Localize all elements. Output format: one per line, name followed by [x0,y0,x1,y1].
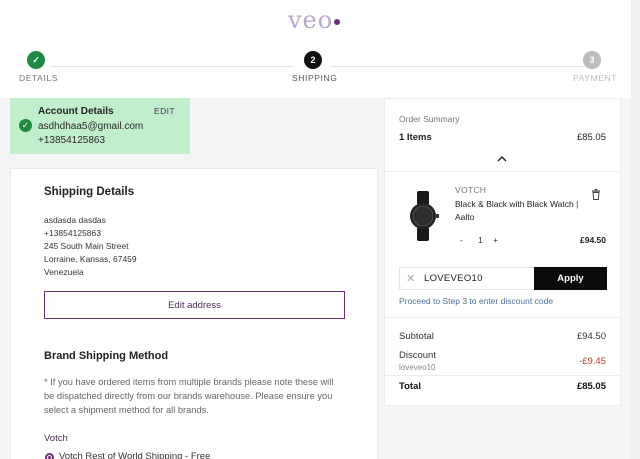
checkout-header: veo ✓ DETAILS 2 SHIPPING 3 PAYMENT [0,0,640,98]
items-total: £85.05 [576,132,606,143]
account-details-title: Account Details [38,106,114,117]
chevron-up-icon[interactable] [496,155,508,163]
quantity-decrease-button[interactable]: - [460,235,463,245]
trash-icon[interactable] [591,189,601,200]
step-connector [330,66,584,67]
product-watch-image [410,191,439,241]
quantity-value: 1 [478,235,483,245]
shipping-option-radio[interactable] [45,453,54,459]
quantity-increase-button[interactable]: + [493,235,498,245]
step-1-check-icon[interactable]: ✓ [27,51,45,69]
step-connector [50,66,294,67]
discount-hint: Proceed to Step 3 to enter discount code [399,296,554,306]
discount-code-applied: loveveo10 [399,363,436,372]
logo-dot [334,18,341,25]
product-price: £94.50 [580,235,606,245]
address-name: asdasda dasdas [44,215,106,225]
discount-code-value[interactable]: LOVEVEO10 [424,273,483,284]
check-circle-icon: ✓ [19,119,32,132]
address-phone: +13854125863 [44,228,101,238]
account-email: asdhdhaa5@gmail.com [38,121,144,132]
apply-discount-button[interactable]: Apply [534,267,607,290]
shipping-method-title: Brand Shipping Method [44,350,169,362]
divider [385,317,620,318]
divider [385,375,620,376]
account-phone: +13854125863 [38,135,106,146]
shipping-details-card: Shipping Details asdasda dasdas +1385412… [10,168,378,459]
veo-logo[interactable]: veo [288,6,341,34]
step-2-circle: 2 [304,51,322,69]
address-street: 245 South Main Street [44,241,129,251]
address-city: Lorraine, Kansas, 67459 [44,254,137,264]
subtotal-value: £94.50 [576,331,606,342]
account-details-card: ✓ Account Details EDIT asdhdhaa5@gmail.c… [10,98,190,154]
shipping-option-label[interactable]: Votch Rest of World Shipping - Free [59,451,210,459]
edit-account-link[interactable]: EDIT [154,106,175,116]
total-label: Total [399,381,421,392]
discount-code-input[interactable]: ✕ LOVEVEO10 [399,267,535,290]
total-value: £85.05 [576,381,606,392]
shipping-details-title: Shipping Details [44,186,135,198]
scrollbar[interactable] [631,0,640,459]
items-count: 1 Items [399,132,432,143]
step-3-circle: 3 [583,51,601,69]
step-2-label: SHIPPING [292,73,338,83]
step-1-label: DETAILS [19,73,58,83]
address-country: Venezuela [44,267,84,277]
product-name: Black & Black with Black Watch | Aalto [455,199,579,222]
divider [385,171,620,172]
discount-label: Discount [399,350,436,361]
shipping-method-note: * If you have ordered items from multipl… [44,377,334,415]
edit-address-button[interactable]: Edit address [44,291,345,319]
order-summary-title: Order Summary [399,114,460,124]
shipping-brand-name: Votch [44,433,68,444]
order-summary-card: Order Summary 1 Items £85.05 VOTCH Black… [384,98,621,406]
clear-icon[interactable]: ✕ [406,272,415,285]
subtotal-label: Subtotal [399,331,434,342]
step-3-label: PAYMENT [573,73,618,83]
product-brand: VOTCH [455,185,487,195]
discount-value: -£9.45 [579,356,606,367]
